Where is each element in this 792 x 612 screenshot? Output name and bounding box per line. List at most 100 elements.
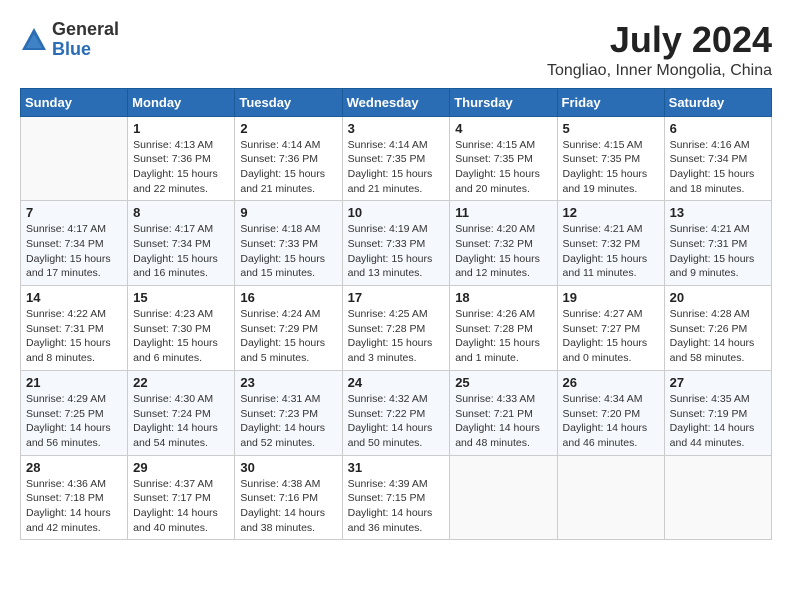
cell-content: Sunrise: 4:21 AM Sunset: 7:32 PM Dayligh… — [563, 222, 659, 281]
day-number: 12 — [563, 205, 659, 220]
calendar-week-row: 14Sunrise: 4:22 AM Sunset: 7:31 PM Dayli… — [21, 286, 772, 371]
day-number: 17 — [348, 290, 445, 305]
cell-content: Sunrise: 4:27 AM Sunset: 7:27 PM Dayligh… — [563, 307, 659, 366]
cell-content: Sunrise: 4:23 AM Sunset: 7:30 PM Dayligh… — [133, 307, 229, 366]
calendar-cell: 24 Sunrise: 4:32 AM Sunset: 7:22 PM Dayli… — [342, 370, 450, 455]
column-header-saturday: Saturday — [664, 88, 771, 116]
day-number: 20 — [670, 290, 766, 305]
calendar-cell: 23 Sunrise: 4:31 AM Sunset: 7:23 PM Dayli… — [235, 370, 342, 455]
calendar-cell — [557, 455, 664, 540]
calendar-week-row: 1 Sunrise: 4:13 AM Sunset: 7:36 PM Daylig… — [21, 116, 772, 201]
calendar-cell: 28 Sunrise: 4:36 AM Sunset: 7:18 PM Dayli… — [21, 455, 128, 540]
day-number: 2 — [240, 121, 336, 136]
cell-content: Sunrise: 4:34 AM Sunset: 7:20 PM Dayligh… — [563, 392, 659, 451]
cell-content: Sunrise: 4:30 AM Sunset: 7:24 PM Dayligh… — [133, 392, 229, 451]
day-number: 30 — [240, 460, 336, 475]
cell-content: Sunrise: 4:14 AM Sunset: 7:35 PM Dayligh… — [348, 138, 445, 197]
cell-content: Sunrise: 4:17 AM Sunset: 7:34 PM Dayligh… — [26, 222, 122, 281]
day-number: 19 — [563, 290, 659, 305]
cell-content: Sunrise: 4:15 AM Sunset: 7:35 PM Dayligh… — [455, 138, 551, 197]
calendar-cell: 30Sunrise: 4:38 AM Sunset: 7:16 PM Dayli… — [235, 455, 342, 540]
calendar-cell: 13Sunrise: 4:21 AM Sunset: 7:31 PM Dayli… — [664, 201, 771, 286]
cell-content: Sunrise: 4:15 AM Sunset: 7:35 PM Dayligh… — [563, 138, 659, 197]
calendar-cell: 27 Sunrise: 4:35 AM Sunset: 7:19 PM Dayli… — [664, 370, 771, 455]
calendar-week-row: 21 Sunrise: 4:29 AM Sunset: 7:25 PM Dayli… — [21, 370, 772, 455]
calendar-week-row: 7 Sunrise: 4:17 AM Sunset: 7:34 PM Daylig… — [21, 201, 772, 286]
cell-content: Sunrise: 4:16 AM Sunset: 7:34 PM Dayligh… — [670, 138, 766, 197]
cell-content: Sunrise: 4:17 AM Sunset: 7:34 PM Dayligh… — [133, 222, 229, 281]
day-number: 6 — [670, 121, 766, 136]
day-number: 9 — [240, 205, 336, 220]
calendar-cell: 8 Sunrise: 4:17 AM Sunset: 7:34 PM Daylig… — [128, 201, 235, 286]
day-number: 11 — [455, 205, 551, 220]
day-number: 26 — [563, 375, 659, 390]
day-number: 28 — [26, 460, 122, 475]
column-header-wednesday: Wednesday — [342, 88, 450, 116]
calendar-cell: 21 Sunrise: 4:29 AM Sunset: 7:25 PM Dayli… — [21, 370, 128, 455]
logo-icon — [20, 26, 48, 54]
calendar-cell: 5Sunrise: 4:15 AM Sunset: 7:35 PM Daylig… — [557, 116, 664, 201]
day-number: 25 — [455, 375, 551, 390]
calendar-cell: 19 Sunrise: 4:27 AM Sunset: 7:27 PM Dayli… — [557, 286, 664, 371]
calendar-cell: 20Sunrise: 4:28 AM Sunset: 7:26 PM Dayli… — [664, 286, 771, 371]
cell-content: Sunrise: 4:19 AM Sunset: 7:33 PM Dayligh… — [348, 222, 445, 281]
calendar-cell — [450, 455, 557, 540]
cell-content: Sunrise: 4:13 AM Sunset: 7:36 PM Dayligh… — [133, 138, 229, 197]
location-subtitle: Tongliao, Inner Mongolia, China — [547, 62, 772, 80]
calendar-cell: 16Sunrise: 4:24 AM Sunset: 7:29 PM Dayli… — [235, 286, 342, 371]
calendar-cell — [21, 116, 128, 201]
day-number: 31 — [348, 460, 445, 475]
calendar-cell: 25 Sunrise: 4:33 AM Sunset: 7:21 PM Dayli… — [450, 370, 557, 455]
cell-content: Sunrise: 4:29 AM Sunset: 7:25 PM Dayligh… — [26, 392, 122, 451]
calendar-week-row: 28 Sunrise: 4:36 AM Sunset: 7:18 PM Dayli… — [21, 455, 772, 540]
day-number: 1 — [133, 121, 229, 136]
month-year-title: July 2024 — [547, 20, 772, 60]
calendar-cell: 29 Sunrise: 4:37 AM Sunset: 7:17 PM Dayli… — [128, 455, 235, 540]
day-number: 21 — [26, 375, 122, 390]
calendar-cell: 1 Sunrise: 4:13 AM Sunset: 7:36 PM Daylig… — [128, 116, 235, 201]
logo: General Blue — [20, 20, 119, 60]
day-number: 24 — [348, 375, 445, 390]
calendar-table: SundayMondayTuesdayWednesdayThursdayFrid… — [20, 88, 772, 541]
day-number: 4 — [455, 121, 551, 136]
cell-content: Sunrise: 4:31 AM Sunset: 7:23 PM Dayligh… — [240, 392, 336, 451]
day-number: 18 — [455, 290, 551, 305]
calendar-cell: 10 Sunrise: 4:19 AM Sunset: 7:33 PM Dayli… — [342, 201, 450, 286]
calendar-cell: 9Sunrise: 4:18 AM Sunset: 7:33 PM Daylig… — [235, 201, 342, 286]
day-number: 10 — [348, 205, 445, 220]
cell-content: Sunrise: 4:32 AM Sunset: 7:22 PM Dayligh… — [348, 392, 445, 451]
column-header-thursday: Thursday — [450, 88, 557, 116]
page-header: General Blue July 2024 Tongliao, Inner M… — [20, 20, 772, 80]
calendar-cell: 11 Sunrise: 4:20 AM Sunset: 7:32 PM Dayli… — [450, 201, 557, 286]
calendar-cell: 12 Sunrise: 4:21 AM Sunset: 7:32 PM Dayli… — [557, 201, 664, 286]
day-number: 23 — [240, 375, 336, 390]
calendar-cell: 14Sunrise: 4:22 AM Sunset: 7:31 PM Dayli… — [21, 286, 128, 371]
day-number: 22 — [133, 375, 229, 390]
day-number: 27 — [670, 375, 766, 390]
calendar-cell: 3Sunrise: 4:14 AM Sunset: 7:35 PM Daylig… — [342, 116, 450, 201]
cell-content: Sunrise: 4:37 AM Sunset: 7:17 PM Dayligh… — [133, 477, 229, 536]
cell-content: Sunrise: 4:20 AM Sunset: 7:32 PM Dayligh… — [455, 222, 551, 281]
day-number: 8 — [133, 205, 229, 220]
calendar-cell: 6 Sunrise: 4:16 AM Sunset: 7:34 PM Daylig… — [664, 116, 771, 201]
cell-content: Sunrise: 4:35 AM Sunset: 7:19 PM Dayligh… — [670, 392, 766, 451]
column-header-friday: Friday — [557, 88, 664, 116]
cell-content: Sunrise: 4:39 AM Sunset: 7:15 PM Dayligh… — [348, 477, 445, 536]
calendar-header-row: SundayMondayTuesdayWednesdayThursdayFrid… — [21, 88, 772, 116]
cell-content: Sunrise: 4:33 AM Sunset: 7:21 PM Dayligh… — [455, 392, 551, 451]
logo-text: General Blue — [52, 20, 119, 60]
cell-content: Sunrise: 4:14 AM Sunset: 7:36 PM Dayligh… — [240, 138, 336, 197]
logo-general: General — [52, 19, 119, 39]
cell-content: Sunrise: 4:21 AM Sunset: 7:31 PM Dayligh… — [670, 222, 766, 281]
calendar-cell: 4 Sunrise: 4:15 AM Sunset: 7:35 PM Daylig… — [450, 116, 557, 201]
calendar-cell: 15Sunrise: 4:23 AM Sunset: 7:30 PM Dayli… — [128, 286, 235, 371]
day-number: 29 — [133, 460, 229, 475]
column-header-monday: Monday — [128, 88, 235, 116]
cell-content: Sunrise: 4:24 AM Sunset: 7:29 PM Dayligh… — [240, 307, 336, 366]
column-header-sunday: Sunday — [21, 88, 128, 116]
calendar-cell: 26 Sunrise: 4:34 AM Sunset: 7:20 PM Dayli… — [557, 370, 664, 455]
cell-content: Sunrise: 4:36 AM Sunset: 7:18 PM Dayligh… — [26, 477, 122, 536]
title-block: July 2024 Tongliao, Inner Mongolia, Chin… — [547, 20, 772, 80]
day-number: 7 — [26, 205, 122, 220]
calendar-cell: 31 Sunrise: 4:39 AM Sunset: 7:15 PM Dayli… — [342, 455, 450, 540]
